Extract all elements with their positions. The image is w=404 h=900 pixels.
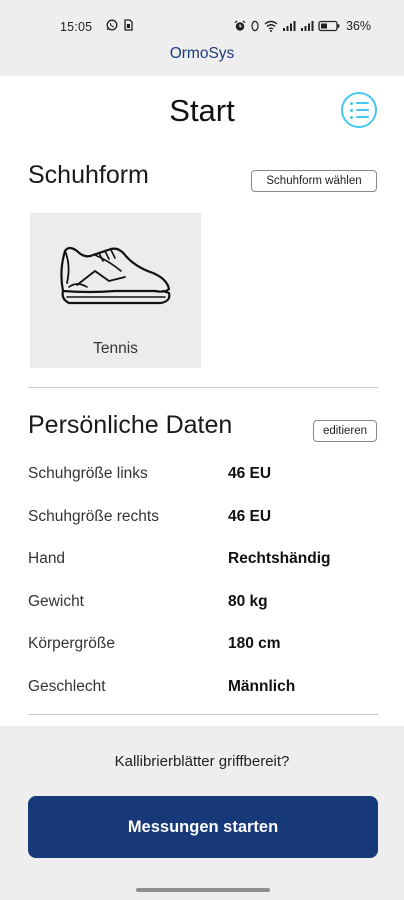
row-label-height: Körpergröße xyxy=(28,635,116,652)
row-value-weight: 80 kg xyxy=(228,593,268,610)
divider xyxy=(28,387,378,388)
status-time: 15:05 xyxy=(60,20,93,34)
shoe-form-card[interactable]: Tennis xyxy=(30,213,201,368)
menu-icon xyxy=(349,101,369,105)
sneaker-icon xyxy=(60,246,171,305)
app-name: OrmoSys xyxy=(169,45,235,62)
menu-button[interactable] xyxy=(341,92,377,128)
home-indicator[interactable] xyxy=(136,888,270,892)
status-right: 36% xyxy=(234,19,371,33)
edit-personal-data-button[interactable]: editieren xyxy=(313,420,377,442)
shoe-form-label: Tennis xyxy=(93,340,138,357)
bluetooth-icon xyxy=(251,20,259,32)
row-value-gender: Männlich xyxy=(228,678,296,695)
battery-icon xyxy=(318,20,340,32)
row-label-shoe-size-left: Schuhgröße links xyxy=(28,465,148,482)
signal-icon xyxy=(282,21,296,31)
row-label-weight: Gewicht xyxy=(28,593,84,610)
wifi-icon xyxy=(264,20,278,32)
row-value-shoe-size-left: 46 EU xyxy=(228,465,272,482)
shoe-form-title: Schuhform xyxy=(28,161,149,189)
row-value-hand: Rechtshändig xyxy=(228,550,331,567)
sim-card-icon xyxy=(124,19,133,31)
whatsapp-icon xyxy=(106,19,118,31)
signal-icon-2 xyxy=(300,21,314,31)
row-value-height: 180 cm xyxy=(228,635,281,652)
row-value-shoe-size-right: 46 EU xyxy=(228,508,272,525)
personal-data-title: Persönliche Daten xyxy=(28,411,233,439)
app-title-bar: OrmoSys xyxy=(0,42,404,76)
divider xyxy=(28,714,378,715)
alarm-icon xyxy=(234,20,246,31)
select-shoe-form-button[interactable]: Schuhform wählen xyxy=(251,170,377,192)
row-label-gender: Geschlecht xyxy=(28,678,106,695)
status-left-icons xyxy=(106,19,133,31)
row-label-hand: Hand xyxy=(28,550,66,567)
row-label-shoe-size-right: Schuhgröße rechts xyxy=(28,508,159,525)
calibration-question: Kallibrierblätter griffbereit? xyxy=(114,753,290,770)
start-measurements-button[interactable]: Messungen starten xyxy=(28,796,378,858)
status-bar: 15:05 36% xyxy=(0,0,404,42)
bottom-panel: Kallibrierblätter griffbereit? Messungen… xyxy=(0,726,404,900)
battery-percent: 36% xyxy=(345,19,371,33)
